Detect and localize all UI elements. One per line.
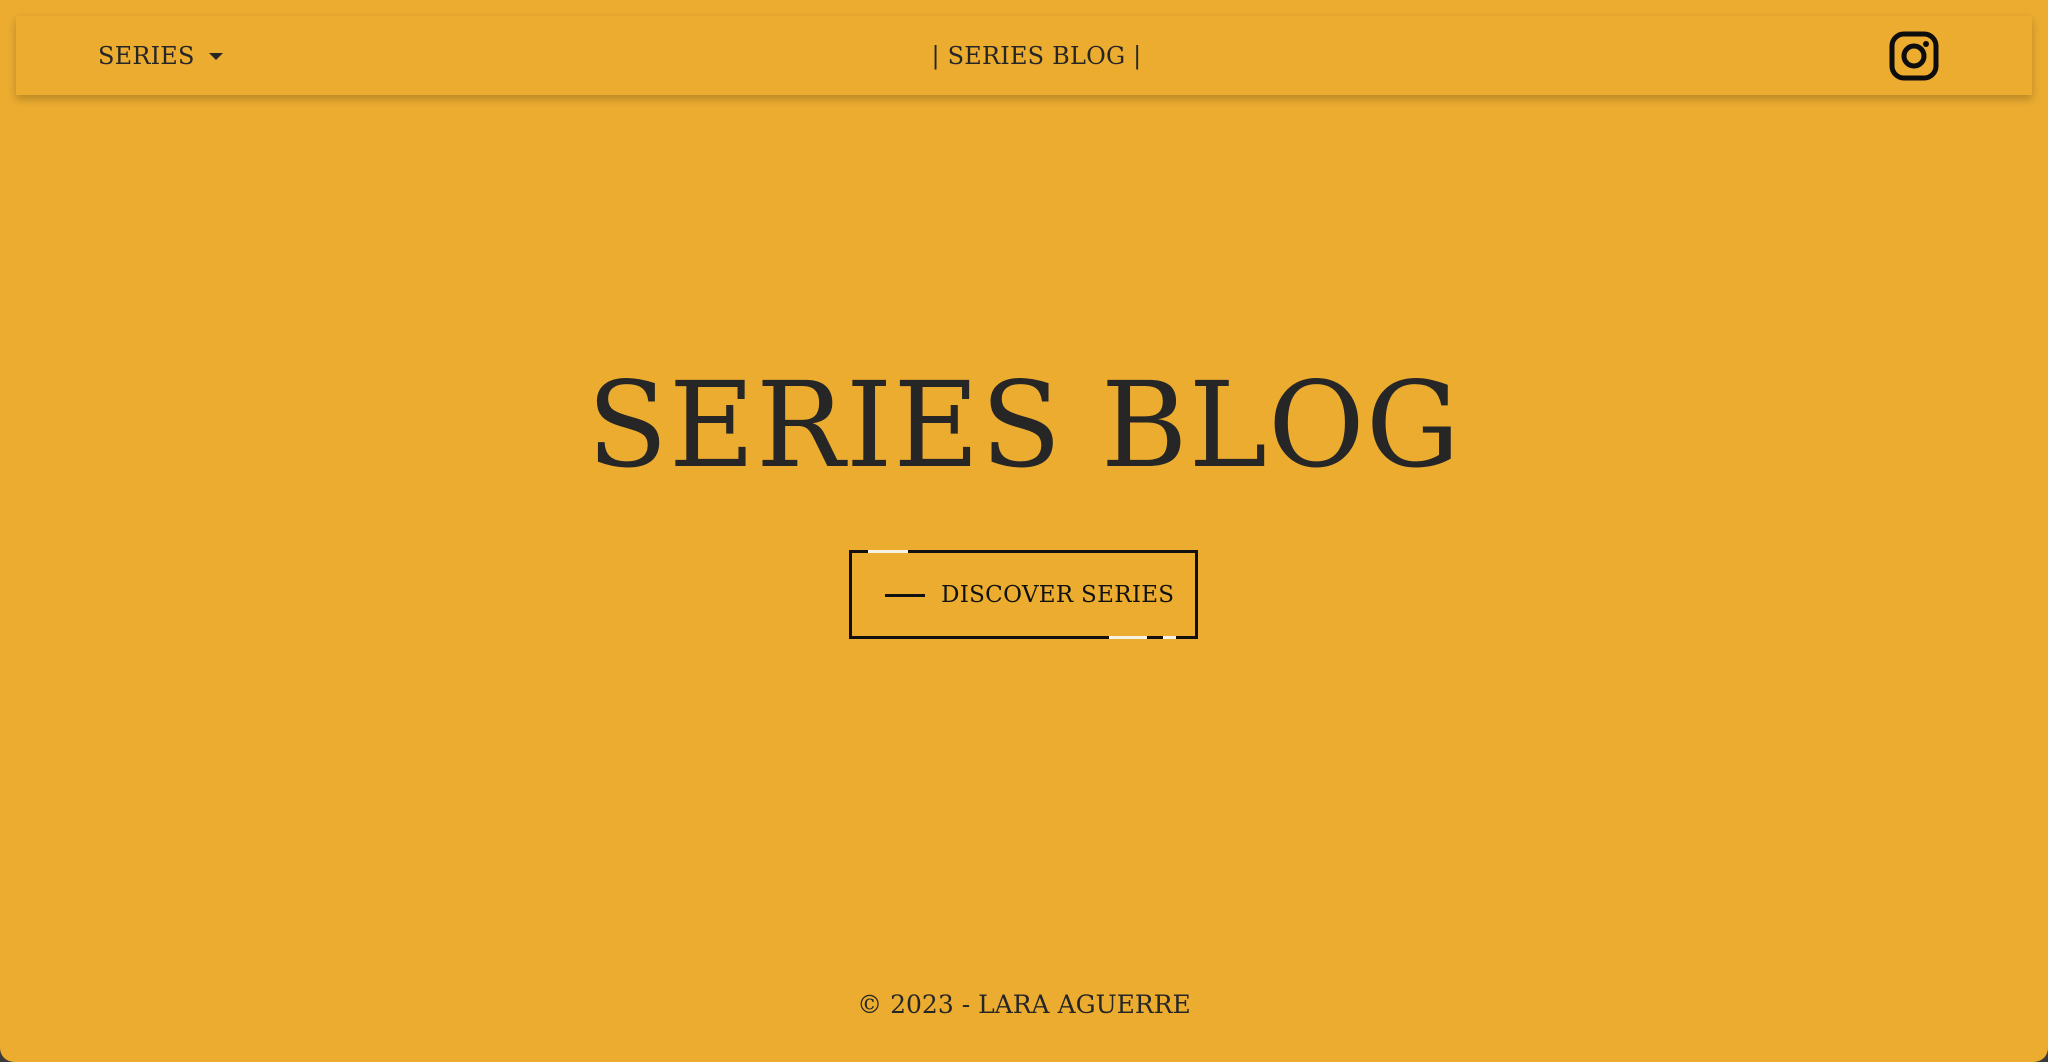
footer-copyright: © 2023 - LARA AGUERRE (857, 990, 1191, 1019)
caret-down-icon (208, 53, 223, 60)
nav-brand-link[interactable]: | SERIES BLOG | (932, 42, 1142, 70)
series-dropdown-toggle[interactable]: SERIES (98, 16, 223, 95)
page: | SERIES BLOG | SERIES SERIES BLOG DISCO… (0, 0, 2048, 1062)
series-dropdown-label: SERIES (98, 41, 195, 70)
navbar: | SERIES BLOG | SERIES (16, 16, 2032, 95)
discover-series-label: DISCOVER SERIES (941, 581, 1175, 608)
hero-title: SERIES BLOG (587, 356, 1461, 494)
instagram-icon[interactable] (1888, 30, 1940, 82)
discover-series-button[interactable]: DISCOVER SERIES (849, 550, 1198, 639)
dash-icon (885, 594, 925, 597)
nav-brand-container: | SERIES BLOG | (16, 16, 2032, 95)
button-border-highlight (1109, 636, 1147, 639)
button-border-highlight (1163, 636, 1176, 639)
button-border-highlight (868, 550, 908, 553)
